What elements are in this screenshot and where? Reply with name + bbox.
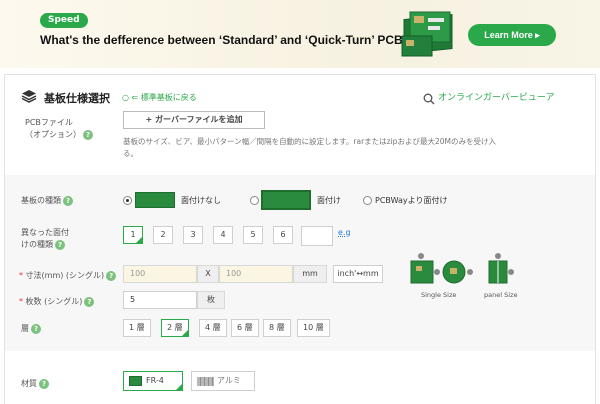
layer-2[interactable]: 2 層 bbox=[161, 319, 189, 337]
banner-title[interactable]: What's the defference between ‘Standard’… bbox=[40, 33, 403, 47]
help-icon: ? bbox=[63, 195, 73, 206]
board-type-radio-pcbway[interactable] bbox=[363, 196, 372, 205]
board-spec-panel: 基板仕様選択 ○ ⇐ 標準基板に戻る オンラインガーバービューア PCBファイル… bbox=[4, 74, 596, 404]
speed-badge: Speed bbox=[40, 13, 88, 28]
size-label: * 寸法(mm) (シングル)? bbox=[19, 270, 117, 281]
material-label: 材質? bbox=[21, 378, 49, 389]
help-icon: ? bbox=[84, 296, 95, 307]
help-icon: ? bbox=[83, 129, 93, 140]
help-icon: ? bbox=[31, 323, 41, 334]
size-diagram-icon bbox=[410, 253, 514, 284]
help-icon: ? bbox=[55, 239, 65, 250]
help-icon: ? bbox=[39, 378, 49, 389]
pcb-boards-image bbox=[401, 11, 453, 57]
board-type-label: 基板の種類? bbox=[21, 195, 73, 206]
design-count-4[interactable]: 4 bbox=[213, 226, 233, 244]
pcb-file-label: PCBファイル bbox=[25, 118, 73, 127]
design-count-6[interactable]: 6 bbox=[273, 226, 293, 244]
single-size-caption: Single Size bbox=[421, 291, 457, 299]
layer-8[interactable]: 8 層 bbox=[263, 319, 291, 337]
gerber-note: 基板のサイズ、ビア、最小パターン幅／間隔を自動的に設定します。rarまたはzip… bbox=[123, 137, 496, 158]
layers-icon bbox=[21, 90, 37, 103]
design-count-1[interactable]: 1 bbox=[123, 226, 143, 244]
width-input[interactable]: 100 bbox=[123, 265, 197, 283]
learn-more-button[interactable]: Learn More ▸ bbox=[468, 24, 556, 46]
design-count-2[interactable]: 2 bbox=[153, 226, 173, 244]
add-gerber-button[interactable]: + ガーバーファイルを追加 bbox=[123, 111, 265, 129]
layer-4[interactable]: 4 層 bbox=[199, 319, 227, 337]
quantity-unit: 枚 bbox=[197, 291, 225, 309]
fr4-board-icon bbox=[129, 376, 142, 386]
search-icon[interactable] bbox=[423, 90, 435, 109]
material-fr4[interactable]: FR-4 bbox=[123, 371, 183, 391]
help-icon: ? bbox=[106, 270, 117, 281]
size-unit: mm bbox=[293, 265, 327, 283]
section-title: 基板仕様選択 bbox=[44, 92, 110, 105]
height-input[interactable]: 100 bbox=[219, 265, 293, 283]
layer-1[interactable]: 1 層 bbox=[123, 319, 151, 337]
design-count-custom-input[interactable] bbox=[301, 226, 333, 246]
board-type-option-single[interactable]: 面付けなし bbox=[181, 195, 221, 206]
gerber-viewer-link[interactable]: オンラインガーバービューア bbox=[438, 90, 555, 103]
size-separator: X bbox=[197, 265, 219, 283]
layer-10[interactable]: 10 層 bbox=[297, 319, 330, 337]
promo-banner[interactable]: Speed What's the defference between ‘Sta… bbox=[0, 0, 600, 68]
design-count-label: 異なった面付 bbox=[21, 228, 69, 237]
board-type-option-panel[interactable]: 面付け bbox=[317, 195, 341, 206]
board-type-option-pcbway[interactable]: PCBWayより面付け bbox=[375, 195, 448, 206]
single-board-icon bbox=[135, 192, 175, 208]
layers-label: 層? bbox=[21, 323, 41, 334]
board-type-radio-panel[interactable] bbox=[250, 196, 259, 205]
aluminum-board-icon bbox=[197, 377, 214, 386]
layer-6[interactable]: 6 層 bbox=[231, 319, 259, 337]
quantity-label: * 枚数 (シングル)? bbox=[19, 296, 95, 307]
panel-board-icon bbox=[261, 190, 311, 210]
board-type-radio-single[interactable] bbox=[123, 196, 132, 205]
design-count-5[interactable]: 5 bbox=[243, 226, 263, 244]
design-count-label-2: けの種類? bbox=[21, 239, 65, 250]
example-link[interactable]: e.g bbox=[338, 228, 351, 237]
panel-size-caption: panel Size bbox=[484, 291, 518, 299]
material-aluminum[interactable]: アルミ bbox=[191, 371, 255, 391]
quantity-input[interactable]: 5 bbox=[123, 291, 197, 309]
pcb-file-label-optional: （オプション）? bbox=[25, 129, 93, 140]
design-count-3[interactable]: 3 bbox=[183, 226, 203, 244]
back-to-standard-link[interactable]: ○ ⇐ 標準基板に戻る bbox=[122, 92, 197, 103]
inch-mm-convert-button[interactable]: inch'↔mm bbox=[333, 265, 383, 283]
